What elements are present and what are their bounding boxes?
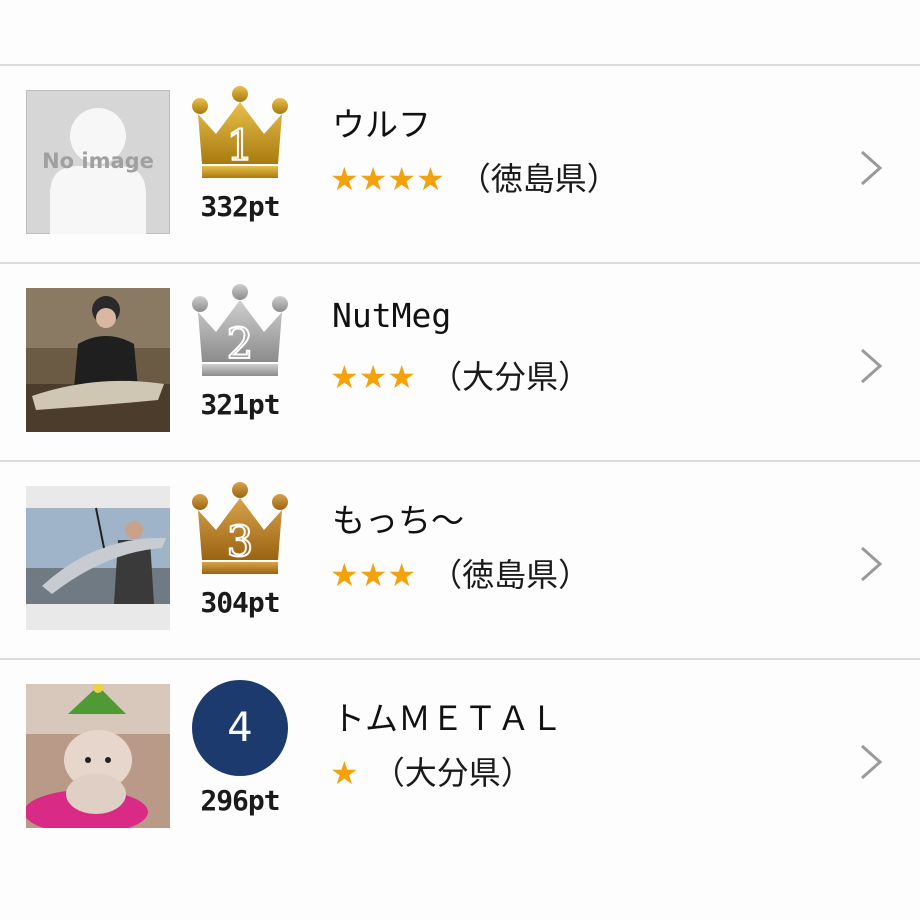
prefecture: （大分県） <box>430 358 591 396</box>
chevron-right-icon[interactable] <box>858 346 886 386</box>
rating-line: ★★★ （徳島県） <box>330 550 590 596</box>
rating-line: ★ （大分県） <box>330 748 533 794</box>
star-rating: ★★★ <box>330 556 417 594</box>
avatar-photo <box>26 288 170 432</box>
rating-line: ★★★ （大分県） <box>330 352 590 398</box>
rank-number: 2 <box>227 319 254 368</box>
rank-number: 3 <box>227 517 254 566</box>
points: 304pt <box>200 586 280 619</box>
gold-crown-icon: 1 <box>192 86 288 178</box>
prefecture: （徳島県） <box>430 556 591 594</box>
rank-circle: 4 <box>192 680 288 776</box>
top-bar <box>0 0 920 66</box>
star-rating: ★ <box>330 754 359 792</box>
no-image-text: No image <box>42 149 154 173</box>
points: 321pt <box>200 388 280 421</box>
rating-line: ★★★★ （徳島県） <box>330 154 619 200</box>
star-rating: ★★★★ <box>330 160 445 198</box>
points: 332pt <box>200 190 280 223</box>
rank-number: 1 <box>227 121 254 170</box>
chevron-right-icon[interactable] <box>858 148 886 188</box>
bronze-crown-icon: 3 <box>192 482 288 574</box>
ranking-row-2[interactable]: 2 321pt NutMeg ★★★ （大分県） <box>0 264 920 462</box>
star-rating: ★★★ <box>330 358 417 396</box>
ranking-row-1[interactable]: No image 1 332pt ウルフ ★★★★ （徳島県） <box>0 66 920 264</box>
ranking-row-3[interactable]: 3 304pt もっち～ ★★★ （徳島県） <box>0 462 920 660</box>
user-name: ウルフ <box>332 105 431 144</box>
avatar-photo <box>26 684 170 828</box>
chevron-right-icon[interactable] <box>858 544 886 584</box>
ranking-row-4[interactable]: 4 296pt トムＭＥＴＡＬ ★ （大分県） <box>0 660 920 856</box>
ranking-list: No image 1 332pt ウルフ ★★★★ （徳島県） 2 321pt … <box>0 66 920 856</box>
avatar-no-image: No image <box>26 90 170 234</box>
chevron-right-icon[interactable] <box>858 742 886 782</box>
avatar-photo <box>26 486 170 630</box>
prefecture: （徳島県） <box>458 160 619 198</box>
silver-crown-icon: 2 <box>192 284 288 376</box>
user-name: NutMeg <box>332 296 452 335</box>
user-name: もっち～ <box>332 501 464 540</box>
prefecture: （大分県） <box>372 754 533 792</box>
points: 296pt <box>200 784 280 817</box>
user-name: トムＭＥＴＡＬ <box>332 699 563 738</box>
